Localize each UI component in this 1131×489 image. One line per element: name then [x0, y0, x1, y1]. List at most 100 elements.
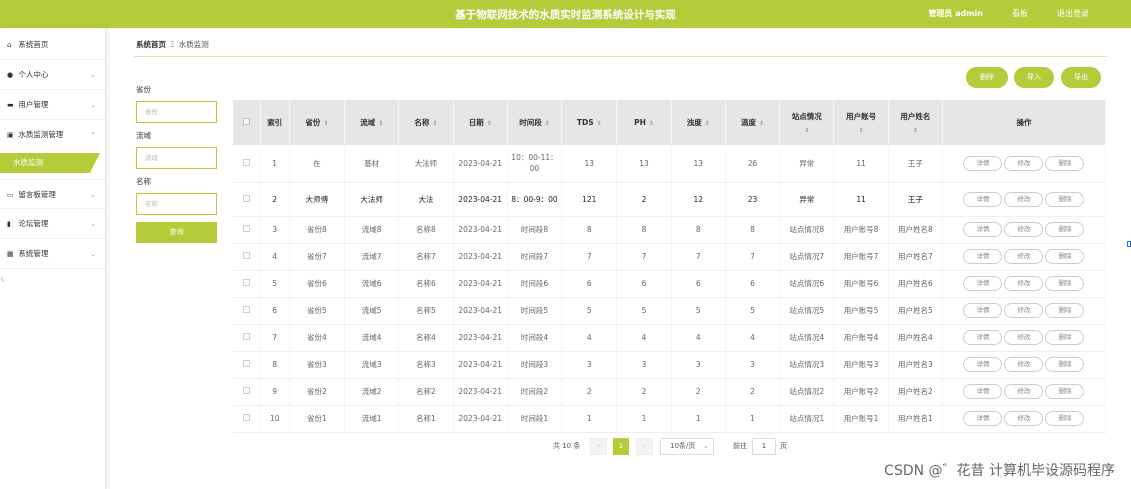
checkbox[interactable]	[242, 387, 250, 394]
detail-button[interactable]: 详情	[963, 411, 1003, 426]
row-select-cell[interactable]	[233, 297, 261, 325]
checkbox[interactable]	[242, 194, 250, 202]
sort-icon[interactable]: ⇕	[323, 120, 328, 127]
collapse-arrow-icon[interactable]: ‹	[0, 272, 5, 286]
delete-row-button[interactable]: 删除	[1045, 357, 1085, 372]
resize-handle[interactable]	[1127, 241, 1131, 247]
name-input[interactable]: 名称	[136, 193, 217, 215]
edit-button[interactable]: 修改	[1004, 384, 1044, 399]
header-basin[interactable]: 流域 ⇕	[344, 100, 400, 145]
edit-button[interactable]: 修改	[1004, 303, 1044, 318]
header-select-all[interactable]	[233, 100, 261, 145]
search-button[interactable]: 查询	[136, 222, 217, 243]
row-select-cell[interactable]	[233, 270, 261, 298]
checkbox[interactable]	[242, 225, 250, 232]
basin-input[interactable]: 流域	[136, 147, 217, 169]
delete-row-button[interactable]: 删除	[1045, 330, 1085, 345]
checkbox[interactable]	[242, 252, 250, 259]
edit-button[interactable]: 修改	[1004, 276, 1044, 291]
row-select-cell[interactable]	[233, 182, 261, 217]
checkbox[interactable]	[242, 158, 250, 166]
export-button[interactable]: 导出	[1061, 67, 1101, 88]
delete-row-button[interactable]: 删除	[1045, 411, 1085, 426]
prev-page-button[interactable]: ‹	[590, 438, 607, 455]
header-station-status[interactable]: 站点情况 ⇕	[779, 100, 835, 145]
header-user-account[interactable]: 用户账号 ⇕	[833, 100, 889, 145]
sidebar-item-system[interactable]: ▦ 系统管理 ⌄	[0, 239, 105, 269]
edit-button[interactable]: 修改	[1004, 155, 1044, 171]
sidebar-item-guestbook[interactable]: ▭ 留言板管理 ⌄	[0, 179, 105, 209]
board-link[interactable]: 看板	[1012, 8, 1028, 19]
delete-row-button[interactable]: 删除	[1045, 222, 1085, 237]
header-time-slot[interactable]: 时间段 ⇕	[507, 100, 563, 145]
header-user-name[interactable]: 用户姓名 ⇕	[888, 100, 943, 145]
page-size-select[interactable]: 10条/页 ⌄	[660, 438, 714, 455]
sidebar-item-home[interactable]: ⌂ 系统首页	[0, 30, 105, 60]
sort-icon[interactable]: ⇕	[545, 120, 550, 127]
sidebar-subitem-water-monitor[interactable]: 水质监测	[0, 153, 105, 175]
detail-button[interactable]: 详情	[963, 384, 1003, 399]
delete-row-button[interactable]: 删除	[1045, 155, 1085, 171]
detail-button[interactable]: 详情	[963, 276, 1003, 291]
goto-page-input[interactable]: 1	[752, 438, 776, 455]
sidebar-item-users[interactable]: ▬ 用户管理 ⌄	[0, 90, 105, 120]
next-page-button[interactable]: ›	[636, 438, 653, 455]
checkbox[interactable]	[242, 306, 250, 313]
edit-button[interactable]: 修改	[1004, 357, 1044, 372]
row-select-cell[interactable]	[233, 378, 261, 406]
row-select-cell[interactable]	[233, 405, 261, 433]
detail-button[interactable]: 详情	[963, 191, 1003, 207]
header-temperature[interactable]: 温度 ⇕	[725, 100, 781, 145]
header-tds[interactable]: TDS ⇕	[561, 100, 618, 145]
sort-icon[interactable]: ⇕	[834, 127, 887, 134]
delete-button[interactable]: 删除	[966, 67, 1008, 88]
detail-button[interactable]: 详情	[963, 330, 1003, 345]
header-name[interactable]: 名称 ⇕	[398, 100, 454, 145]
import-button[interactable]: 导入	[1014, 67, 1054, 88]
edit-button[interactable]: 修改	[1004, 330, 1044, 345]
row-select-cell[interactable]	[233, 243, 261, 271]
sidebar-item-personal[interactable]: ● 个人中心 ⌄	[0, 60, 105, 90]
sort-icon[interactable]: ⇕	[705, 120, 710, 127]
sort-icon[interactable]: ⇕	[649, 120, 654, 127]
breadcrumb-home[interactable]: 系统首页	[136, 40, 166, 49]
detail-button[interactable]: 详情	[963, 303, 1003, 318]
sort-icon[interactable]: ⇕	[487, 120, 492, 127]
detail-button[interactable]: 详情	[963, 357, 1003, 372]
row-select-cell[interactable]	[233, 145, 261, 183]
header-date[interactable]: 日期 ⇕	[453, 100, 508, 145]
checkbox[interactable]	[242, 360, 250, 367]
row-select-cell[interactable]	[233, 324, 261, 352]
header-ph[interactable]: PH ⇕	[616, 100, 672, 145]
detail-button[interactable]: 详情	[963, 155, 1003, 171]
sort-icon[interactable]: ⇕	[889, 127, 942, 134]
checkbox[interactable]	[242, 118, 250, 125]
delete-row-button[interactable]: 删除	[1045, 276, 1085, 291]
delete-row-button[interactable]: 删除	[1045, 191, 1085, 207]
logout-link[interactable]: 退出登录	[1057, 8, 1089, 19]
sort-icon[interactable]: ⇕	[378, 120, 383, 127]
row-select-cell[interactable]	[233, 351, 261, 379]
sort-icon[interactable]: ⇕	[432, 120, 437, 127]
edit-button[interactable]: 修改	[1004, 411, 1044, 426]
header-turbidity[interactable]: 浊度 ⇕	[671, 100, 726, 145]
checkbox[interactable]	[242, 414, 250, 421]
checkbox[interactable]	[242, 333, 250, 340]
sidebar-item-forum[interactable]: ▮ 论坛管理 ⌄	[0, 209, 105, 239]
page-number-current[interactable]: 1	[613, 438, 629, 455]
detail-button[interactable]: 详情	[963, 249, 1003, 264]
sort-icon[interactable]: ⇕	[597, 120, 602, 127]
header-province[interactable]: 省份 ⇕	[289, 100, 346, 145]
detail-button[interactable]: 详情	[963, 222, 1003, 237]
delete-row-button[interactable]: 删除	[1045, 303, 1085, 318]
row-select-cell[interactable]	[233, 216, 261, 244]
checkbox[interactable]	[242, 279, 250, 286]
sort-icon[interactable]: ⇕	[780, 127, 833, 134]
edit-button[interactable]: 修改	[1004, 249, 1044, 264]
sidebar-item-water-quality[interactable]: ▣ 水质监测管理 ⌃	[0, 120, 105, 150]
province-input[interactable]: 省份	[136, 101, 217, 123]
delete-row-button[interactable]: 删除	[1045, 384, 1085, 399]
sort-icon[interactable]: ⇕	[759, 120, 764, 127]
edit-button[interactable]: 修改	[1004, 222, 1044, 237]
edit-button[interactable]: 修改	[1004, 191, 1044, 207]
